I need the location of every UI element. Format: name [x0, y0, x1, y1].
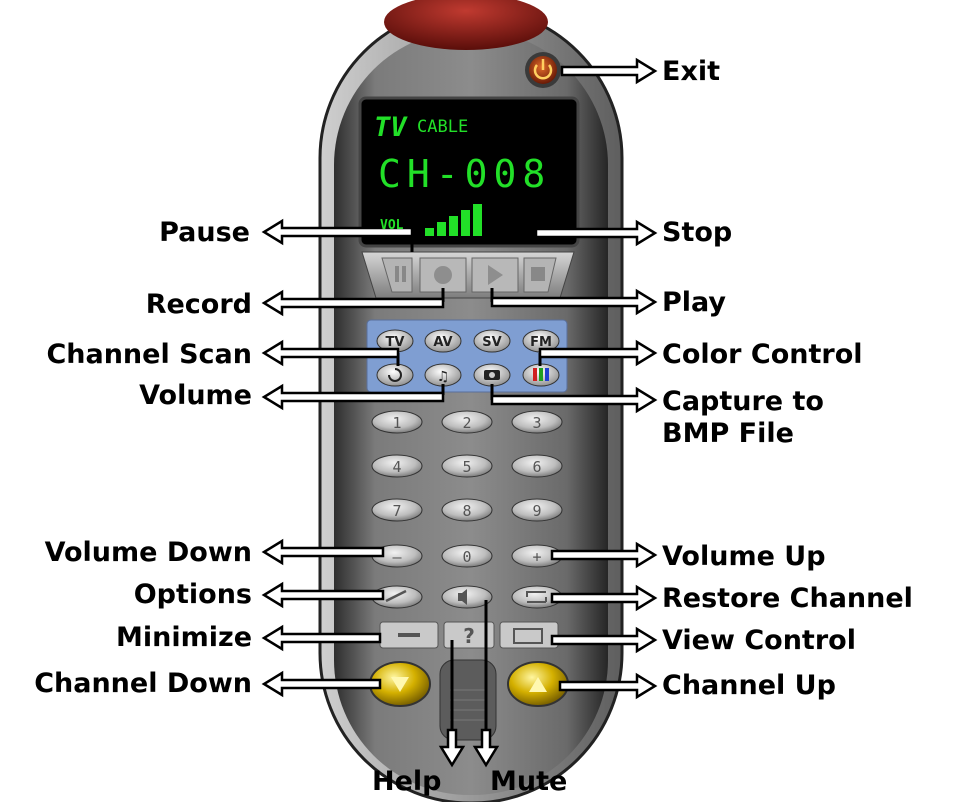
- music-note-icon: ♫: [437, 369, 450, 385]
- minimize-icon: [398, 633, 420, 637]
- keypad-key-label: 4: [392, 458, 401, 476]
- keypad-key-label: 0: [462, 548, 471, 566]
- label-volume: Volume: [139, 380, 252, 411]
- speaker-grille: [439, 659, 497, 741]
- keypad-key-label: –: [392, 548, 402, 566]
- volume-button[interactable]: ♫: [424, 363, 462, 387]
- keypad-key-label: 1: [392, 414, 401, 432]
- volume-level-bar: [437, 222, 446, 236]
- label-restore-channel: Restore Channel: [662, 583, 913, 614]
- exit-button[interactable]: [525, 52, 561, 88]
- keypad-key[interactable]: 8: [441, 498, 493, 522]
- keypad-key[interactable]: 2: [441, 410, 493, 434]
- label-channel-up: Channel Up: [662, 670, 836, 701]
- volume-level-bar: [449, 216, 458, 236]
- label-volume-down: Volume Down: [44, 537, 252, 568]
- lcd-volume-label: VOL: [380, 218, 404, 233]
- label-color-control: Color Control: [662, 339, 863, 370]
- record-button[interactable]: [419, 257, 467, 293]
- keypad-key[interactable]: 9: [511, 498, 563, 522]
- play-button[interactable]: [471, 257, 519, 293]
- keypad-key-label: 8: [462, 502, 471, 520]
- label-pause: Pause: [159, 217, 250, 248]
- source-button-label: AV: [433, 335, 452, 350]
- transport-bar: [361, 251, 575, 299]
- keypad-key-label: 3: [532, 414, 541, 432]
- label-exit: Exit: [662, 56, 721, 87]
- label-play: Play: [662, 287, 727, 318]
- keypad-key[interactable]: 1: [371, 410, 423, 434]
- keypad-key[interactable]: 4: [371, 454, 423, 478]
- label-volume-up: Volume Up: [662, 541, 826, 572]
- channel-scan-button[interactable]: [376, 363, 414, 387]
- keypad-key-label: 2: [462, 414, 471, 432]
- volume-level-bar: [425, 228, 434, 236]
- keypad-key-label: 7: [392, 502, 401, 520]
- keypad-key-label: 9: [532, 502, 541, 520]
- view-control-button[interactable]: [499, 621, 559, 649]
- label-capture-line2: BMP File: [662, 418, 794, 449]
- capture-button[interactable]: [473, 363, 511, 387]
- label-minimize: Minimize: [115, 622, 252, 653]
- lcd-mode-tv: TV: [374, 112, 407, 143]
- label-help: Help: [372, 766, 442, 797]
- volume-level-bar: [473, 204, 482, 236]
- keypad-key[interactable]: 7: [371, 498, 423, 522]
- label-capture-line1: Capture to: [662, 386, 824, 417]
- source-button-av[interactable]: AV: [424, 329, 462, 353]
- label-stop: Stop: [662, 217, 733, 248]
- label-view-control: View Control: [662, 625, 856, 656]
- pause-icon: [395, 266, 399, 282]
- keypad-key[interactable]: 6: [511, 454, 563, 478]
- source-button-sv[interactable]: SV: [473, 329, 511, 353]
- keypad-key[interactable]: 3: [511, 410, 563, 434]
- label-mute: Mute: [490, 766, 568, 797]
- color-bars-icon: [533, 368, 537, 381]
- record-icon: [434, 266, 452, 284]
- lcd-channel: CH-008: [378, 152, 552, 196]
- minimize-button[interactable]: [379, 621, 439, 649]
- keypad-key-label: 5: [462, 458, 471, 476]
- label-options: Options: [133, 579, 252, 610]
- question-icon: ?: [463, 624, 475, 648]
- color-control-button[interactable]: [522, 363, 560, 387]
- source-button-label: SV: [482, 335, 501, 350]
- label-channel-scan: Channel Scan: [46, 339, 252, 370]
- keypad-key-label: 6: [532, 458, 541, 476]
- volume-level-bar: [461, 210, 470, 236]
- stop-icon: [531, 267, 545, 281]
- keypad-key[interactable]: 0: [441, 544, 493, 568]
- lcd-mode-cable: CABLE: [417, 117, 469, 137]
- remote-diagram: TV AV SV FM ♫ 1 2 3 4 5 6 7 8 9–0 + ? TV…: [0, 0, 957, 802]
- label-channel-down: Channel Down: [34, 668, 252, 699]
- keypad-key[interactable]: 5: [441, 454, 493, 478]
- keypad-key-label: +: [532, 548, 541, 566]
- label-record: Record: [145, 289, 252, 320]
